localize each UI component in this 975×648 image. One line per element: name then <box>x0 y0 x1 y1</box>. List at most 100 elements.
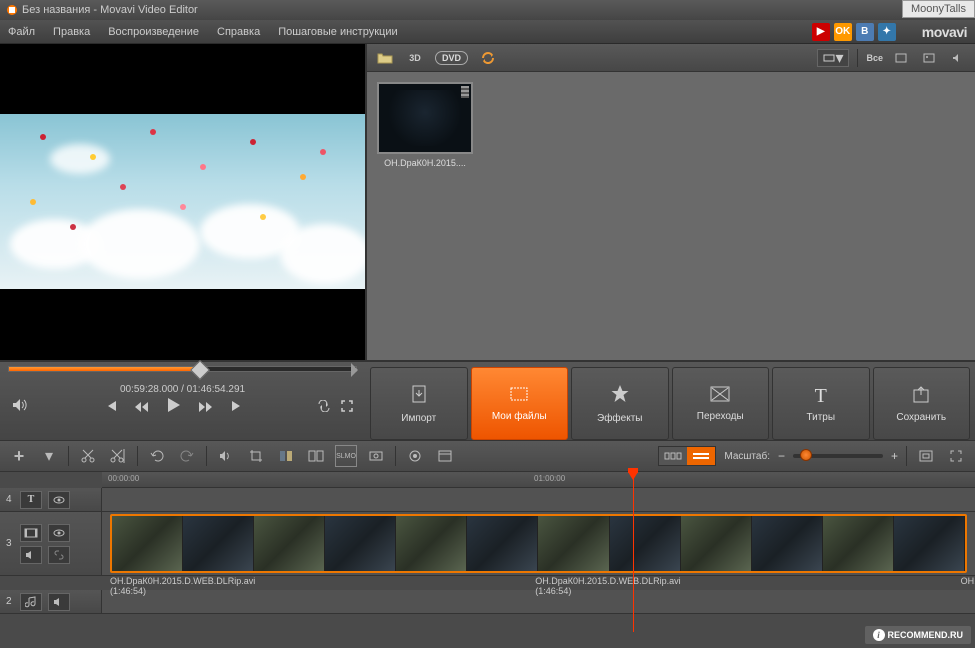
main-area: 3D DVD ▾ Все ОН.DраК0Н.2015.... <box>0 44 975 360</box>
media-item[interactable]: ОН.DраК0Н.2015.... <box>377 82 473 168</box>
forward-icon[interactable] <box>199 399 213 417</box>
import-icon <box>409 384 429 409</box>
media-thumbnail <box>377 82 473 154</box>
fit-icon[interactable] <box>915 445 937 467</box>
ruler[interactable]: 00:00:00 01:00:00 <box>102 472 975 488</box>
volume-icon[interactable] <box>12 398 30 417</box>
arrow-down-icon[interactable]: ▾ <box>38 445 60 467</box>
mute-icon[interactable] <box>20 546 42 564</box>
media-item-label: ОН.DраК0Н.2015.... <box>377 158 473 168</box>
play-icon[interactable] <box>167 397 181 418</box>
zoom-label: Масштаб: <box>724 451 770 462</box>
playhead[interactable] <box>633 472 634 632</box>
undo-icon[interactable] <box>146 445 168 467</box>
menubar: Файл Правка Воспроизведение Справка Поша… <box>0 20 975 44</box>
color-tool-icon[interactable] <box>275 445 297 467</box>
filter-audio-icon[interactable] <box>947 49 967 67</box>
folder-open-icon[interactable] <box>375 49 395 67</box>
cut-icon[interactable] <box>77 445 99 467</box>
menu-playback[interactable]: Воспроизведение <box>108 26 199 38</box>
visibility-icon[interactable] <box>48 524 70 542</box>
time-total: 01:46:54.291 <box>187 384 245 395</box>
user-tag: MoonyTalls <box>902 0 975 18</box>
skip-back-icon[interactable] <box>105 399 117 417</box>
track-video: 3 <box>0 512 975 576</box>
ok-icon[interactable]: OK <box>834 23 852 41</box>
fullscreen-icon[interactable] <box>341 399 353 417</box>
mute-icon[interactable] <box>48 593 70 611</box>
filter-image-icon[interactable] <box>919 49 939 67</box>
zoom-knob[interactable] <box>800 449 812 461</box>
slomo-icon[interactable]: SLMO <box>335 445 357 467</box>
menu-help[interactable]: Справка <box>217 26 260 38</box>
tab-effects[interactable]: Эффекты <box>571 367 669 440</box>
storyboard-view-button[interactable] <box>659 447 687 465</box>
refresh-icon[interactable] <box>478 49 498 67</box>
stabilize-icon[interactable] <box>365 445 387 467</box>
track-head: 2 <box>0 590 102 613</box>
text-icon: T <box>815 385 827 408</box>
filter-video-icon[interactable] <box>891 49 911 67</box>
social-icons: ▶ OK В ✦ <box>812 23 896 41</box>
track-head: 3 <box>0 512 102 575</box>
track-content[interactable] <box>102 488 975 511</box>
redo-icon[interactable] <box>176 445 198 467</box>
zoom-out-icon[interactable]: − <box>778 449 785 463</box>
clip-labels: ОН.DраК0Н.2015.D.WEB.DLRip.avi (1:46:54)… <box>0 576 975 590</box>
video-track-icon <box>20 524 42 542</box>
zoom-in-icon[interactable]: + <box>891 449 898 463</box>
loop-icon[interactable] <box>317 399 331 417</box>
add-icon[interactable]: + <box>8 445 30 467</box>
track-titles: 4 T <box>0 488 975 512</box>
menu-file[interactable]: Файл <box>8 26 35 38</box>
audio-tool-icon[interactable] <box>215 445 237 467</box>
link-icon[interactable] <box>48 546 70 564</box>
timeline-view-button[interactable] <box>687 447 715 465</box>
video-clip[interactable] <box>110 514 967 573</box>
player-bar: 00:59:28.000 / 01:46:54.291 Импорт Мои <box>0 360 975 440</box>
record-icon[interactable] <box>404 445 426 467</box>
expand-icon[interactable] <box>945 445 967 467</box>
zoom-slider[interactable] <box>793 454 883 458</box>
tab-save[interactable]: Сохранить <box>873 367 971 440</box>
tools-bar: + ▾ SLMO Масштаб: − + <box>0 440 975 472</box>
ruler-tick: 01:00:00 <box>534 474 565 483</box>
crop-icon[interactable] <box>245 445 267 467</box>
title-track-icon: T <box>20 491 42 509</box>
properties-icon[interactable] <box>434 445 456 467</box>
brand-logo: movavi <box>922 24 967 40</box>
dvd-button[interactable]: DVD <box>435 51 468 65</box>
scrubber[interactable] <box>0 362 365 378</box>
clip-label: ОН.DраК0Н.2015.D.W... <box>961 576 975 590</box>
filter-all[interactable]: Все <box>866 53 883 63</box>
ruler-tick: 00:00:00 <box>108 474 139 483</box>
tab-import[interactable]: Импорт <box>370 367 468 440</box>
rewind-icon[interactable] <box>135 399 149 417</box>
skip-forward-icon[interactable] <box>231 399 243 417</box>
menu-edit[interactable]: Правка <box>53 26 90 38</box>
aspect-dropdown[interactable]: ▾ <box>817 49 849 67</box>
track-head: 4 T <box>0 488 102 511</box>
track-content[interactable] <box>102 590 975 613</box>
split-icon[interactable] <box>107 445 129 467</box>
scrubber-thumb[interactable] <box>190 360 210 380</box>
media-toolbar: 3D DVD ▾ Все <box>367 44 975 72</box>
audio-track-icon <box>20 593 42 611</box>
export-icon <box>911 385 931 408</box>
track-audio: 2 <box>0 590 975 614</box>
tab-transitions[interactable]: Переходы <box>672 367 770 440</box>
tab-titles[interactable]: T Титры <box>772 367 870 440</box>
visibility-icon[interactable] <box>48 491 70 509</box>
media-grid: ОН.DраК0Н.2015.... <box>367 72 975 360</box>
3d-button[interactable]: 3D <box>405 49 425 67</box>
watermark: i RECOMMEND.RU <box>865 626 972 644</box>
player-controls <box>0 397 365 418</box>
share-icon[interactable]: ✦ <box>878 23 896 41</box>
transition-tool-icon[interactable] <box>305 445 327 467</box>
track-content[interactable] <box>102 512 975 575</box>
menu-tutorial[interactable]: Пошаговые инструкции <box>278 26 397 38</box>
vk-icon[interactable]: В <box>856 23 874 41</box>
folder-icon <box>509 386 529 407</box>
youtube-icon[interactable]: ▶ <box>812 23 830 41</box>
tab-myfiles[interactable]: Мои файлы <box>471 367 569 440</box>
